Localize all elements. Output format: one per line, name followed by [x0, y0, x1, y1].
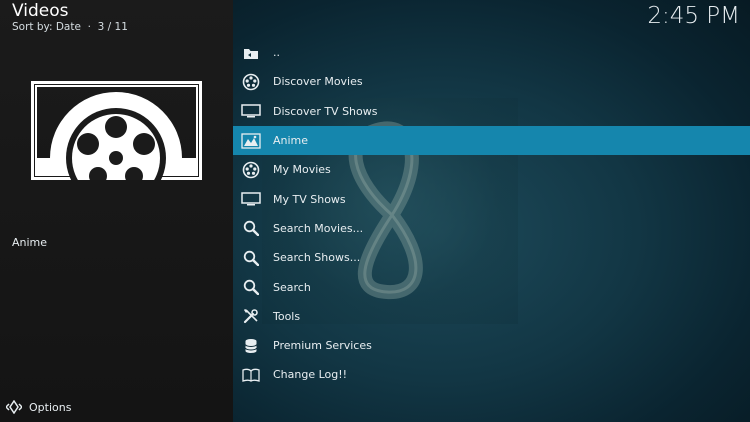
folder-back-icon: [241, 43, 261, 63]
film-reel-icon: [241, 72, 261, 92]
menu-item-label: Search Movies...: [273, 221, 364, 235]
search-icon: [241, 218, 261, 238]
menu-item-search-shows[interactable]: Search Shows...: [233, 243, 750, 272]
sort-info: Sort by: Date · 3 / 11: [12, 21, 128, 33]
anime-icon: [241, 131, 261, 151]
menu-item-my-tv-shows[interactable]: My TV Shows: [233, 184, 750, 213]
menu-item-premium-services[interactable]: Premium Services: [233, 331, 750, 360]
database-icon: [241, 336, 261, 356]
menu-item-label: Tools: [273, 309, 301, 323]
page-title: Videos: [12, 1, 69, 21]
options-button[interactable]: Options: [6, 400, 71, 414]
menu-list: .. Discover Movies Discover TV Shows Anime M…: [233, 38, 750, 390]
menu-item-my-movies[interactable]: My Movies: [233, 155, 750, 184]
menu-item-label: My Movies: [273, 163, 331, 177]
menu-item-label: ..: [273, 46, 280, 60]
selected-item-label: Anime: [12, 236, 48, 249]
menu-item-change-log[interactable]: Change Log!!: [233, 360, 750, 389]
menu-item-discover-movies[interactable]: Discover Movies: [233, 67, 750, 96]
menu-item-label: Discover Movies: [273, 75, 363, 89]
search-icon: [241, 248, 261, 268]
book-icon: [241, 365, 261, 385]
film-reel-icon: [241, 160, 261, 180]
menu-item-label: Discover TV Shows: [273, 104, 378, 118]
menu-item-discover-tv-shows[interactable]: Discover TV Shows: [233, 97, 750, 126]
left-info-panel: [0, 0, 233, 422]
film-reel-thumbnail-icon: [31, 81, 202, 208]
options-icon: [6, 400, 22, 414]
clock: 2:45 PM: [647, 3, 740, 29]
tv-icon: [241, 101, 261, 121]
menu-item-label: My TV Shows: [273, 192, 346, 206]
menu-item-label: Premium Services: [273, 339, 372, 353]
menu-item-label: Anime: [273, 134, 309, 148]
search-icon: [241, 277, 261, 297]
menu-item-tools[interactable]: Tools: [233, 302, 750, 331]
tv-icon: [241, 189, 261, 209]
menu-item-search-movies[interactable]: Search Movies...: [233, 214, 750, 243]
menu-item-label: Search Shows...: [273, 251, 361, 265]
menu-item-label: Change Log!!: [273, 368, 348, 382]
tools-icon: [241, 306, 261, 326]
menu-item-anime[interactable]: Anime: [233, 125, 750, 156]
menu-item-search[interactable]: Search: [233, 272, 750, 301]
menu-item-label: Search: [273, 280, 311, 294]
menu-item-parent[interactable]: ..: [233, 38, 750, 67]
options-label: Options: [29, 400, 72, 414]
